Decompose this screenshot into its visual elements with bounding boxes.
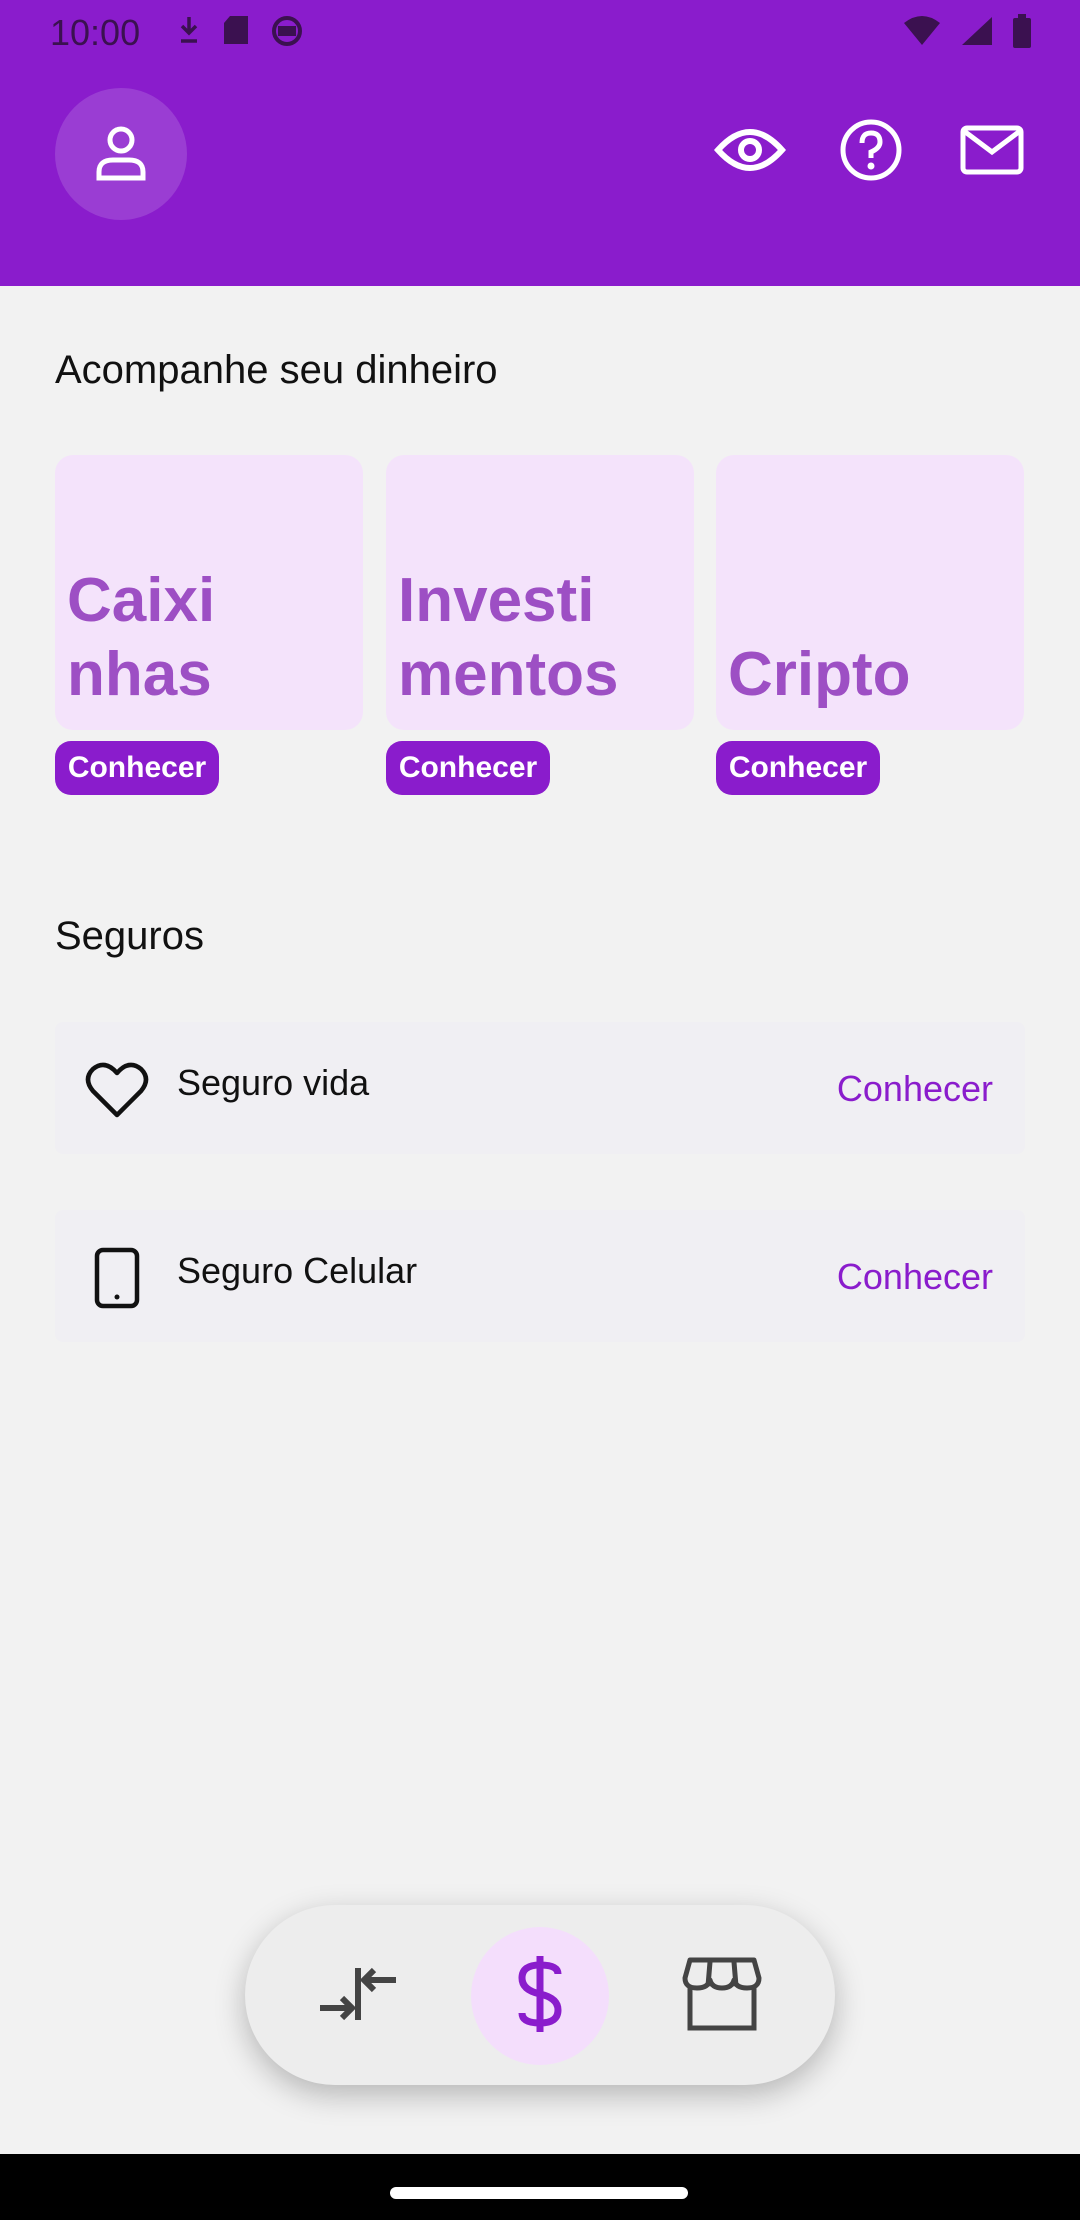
nav-store[interactable] [653, 1927, 791, 2065]
insurance-label: Seguro Celular [177, 1250, 418, 1291]
insurance-label: Seguro vida [177, 1062, 370, 1103]
signal-icon [960, 15, 994, 52]
card-label: Cripto [728, 640, 911, 709]
dollar-icon [512, 1954, 568, 2039]
profile-icon [91, 122, 151, 187]
nav-transfer[interactable] [289, 1927, 427, 2065]
wifi-icon [902, 15, 942, 52]
eye-button[interactable] [713, 115, 787, 189]
insurance-section-title: Seguros [55, 914, 204, 958]
card-label: Investi mentos [398, 566, 619, 709]
status-bar: 10:00 [0, 0, 1080, 66]
card-investimentos[interactable]: Investi mentos [386, 455, 694, 730]
card-cripto[interactable]: Cripto [716, 455, 1024, 730]
conhecer-chip-cripto[interactable]: Conhecer [716, 741, 880, 795]
phone-icon [85, 1246, 149, 1310]
conhecer-link-celular[interactable]: Conhecer [837, 1256, 993, 1298]
insurance-row-vida[interactable]: Seguro vida Conhecer [55, 1022, 1025, 1154]
sd-card-icon [222, 14, 250, 51]
store-icon [682, 1956, 762, 2037]
status-right-icons [902, 14, 1032, 53]
status-time: 10:00 [50, 12, 141, 53]
nav-money[interactable] [471, 1927, 609, 2065]
android-icon [270, 14, 304, 51]
mail-button[interactable] [955, 115, 1029, 189]
conhecer-link-vida[interactable]: Conhecer [837, 1068, 993, 1110]
transfer-icon [316, 1964, 400, 2029]
home-gesture-bar[interactable] [390, 2187, 688, 2199]
insurance-row-celular[interactable]: Seguro Celular Conhecer [55, 1210, 1025, 1342]
card-label: Caixi nhas [67, 566, 216, 709]
battery-icon [1012, 14, 1032, 53]
card-caixinhas[interactable]: Caixi nhas [55, 455, 363, 730]
screen: 10:00 Acompanhe seu dinheiro Caixi nhas … [0, 0, 1080, 2220]
conhecer-chip-investimentos[interactable]: Conhecer [386, 741, 550, 795]
help-icon [839, 118, 903, 187]
help-button[interactable] [834, 115, 908, 189]
gesture-area [0, 2154, 1080, 2220]
mail-icon [960, 125, 1024, 180]
eye-icon [713, 124, 787, 181]
conhecer-chip-caixinhas[interactable]: Conhecer [55, 741, 219, 795]
heart-icon [85, 1058, 149, 1122]
bottom-nav [245, 1905, 835, 2085]
status-left-icons [176, 14, 304, 51]
profile-button[interactable] [55, 88, 187, 220]
money-section-title: Acompanhe seu dinheiro [55, 348, 498, 392]
download-icon [176, 14, 202, 51]
header: 10:00 [0, 0, 1080, 286]
